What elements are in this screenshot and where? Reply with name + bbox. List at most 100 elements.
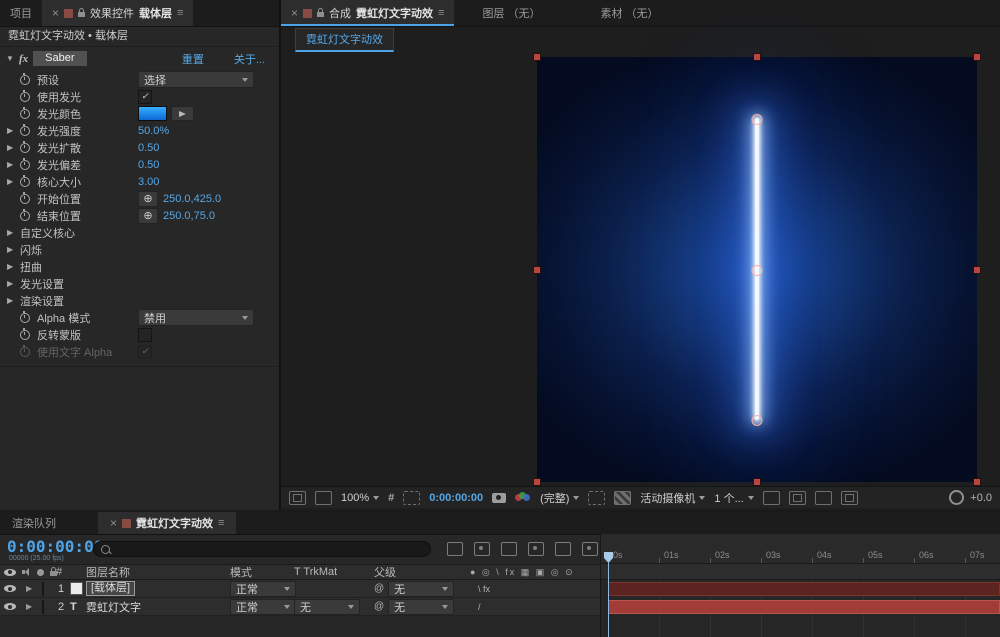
magnification-select[interactable]: 100%: [341, 492, 379, 504]
stopwatch-icon[interactable]: [20, 160, 37, 170]
search-input[interactable]: [116, 543, 423, 556]
composition-mini-flowchart-icon[interactable]: [447, 542, 463, 556]
motion-blur-icon[interactable]: [555, 542, 571, 556]
draft-3d-icon[interactable]: [474, 542, 490, 556]
stopwatch-icon[interactable]: [20, 143, 37, 153]
trkmat-dropdown[interactable]: 无: [294, 599, 360, 615]
layer-switches[interactable]: \ fx: [470, 584, 600, 594]
twirl-closed-icon[interactable]: ▶: [7, 126, 20, 135]
timeline-track-area[interactable]: 0s 01s 02s 03s 04s 05s 06s 07s: [600, 534, 1000, 637]
panel-menu-icon[interactable]: ≡: [218, 517, 224, 529]
frame-blending-icon[interactable]: [528, 542, 544, 556]
close-icon[interactable]: ×: [110, 517, 117, 529]
twirl-closed-icon[interactable]: ▶: [7, 245, 20, 254]
primary-viewer-icon[interactable]: [315, 491, 332, 505]
saber-end-point-handle[interactable]: [752, 415, 763, 426]
property-value[interactable]: 3.00: [138, 176, 159, 188]
reset-effect-link[interactable]: 重置: [182, 51, 204, 67]
stopwatch-icon[interactable]: [20, 75, 37, 85]
label-color-chip[interactable]: [42, 600, 44, 614]
stopwatch-icon[interactable]: [20, 330, 37, 340]
blend-mode-dropdown[interactable]: 正常: [230, 581, 296, 597]
pickwhip-icon[interactable]: @: [374, 601, 384, 612]
lock-icon[interactable]: [78, 12, 85, 17]
twirl-open-icon[interactable]: ▼: [6, 54, 19, 63]
show-channels-icon[interactable]: [515, 492, 531, 503]
snapshot-icon[interactable]: [492, 493, 506, 503]
effect-group-custom-core[interactable]: ▶ 自定义核心: [0, 224, 279, 241]
glow-color-swatch[interactable]: [138, 106, 167, 121]
eyedropper-icon[interactable]: [171, 106, 194, 121]
stopwatch-icon[interactable]: [20, 126, 37, 136]
parent-dropdown[interactable]: 无: [388, 599, 454, 615]
transparency-grid-icon[interactable]: [614, 491, 631, 505]
selection-handle-bottom-center[interactable]: [753, 478, 761, 486]
panel-menu-icon[interactable]: ≡: [438, 7, 444, 19]
twirl-closed-icon[interactable]: ▶: [7, 228, 20, 237]
layer-row-1[interactable]: ▶ 1 [载体层] 正常 @ 无 \ fx: [0, 580, 600, 598]
timeline-search-box[interactable]: [93, 541, 431, 557]
fast-previews-icon[interactable]: [789, 491, 806, 505]
tab-composition[interactable]: × 合成 霓虹灯文字动效 ≡: [281, 0, 454, 26]
saber-start-point-handle[interactable]: [752, 114, 763, 125]
resolution-select[interactable]: (完整): [540, 490, 579, 506]
selection-handle-bottom-right[interactable]: [973, 478, 981, 486]
layer-switches[interactable]: /: [470, 602, 600, 612]
layer-anchor-point-handle[interactable]: [752, 265, 763, 276]
stopwatch-icon[interactable]: [20, 211, 37, 221]
effect-group-render-settings[interactable]: ▶ 渲染设置: [0, 292, 279, 309]
timeline-button-icon[interactable]: [815, 491, 832, 505]
selection-handle-mid-right[interactable]: [973, 266, 981, 274]
comp-flowchart-icon[interactable]: [841, 491, 858, 505]
viewer-timecode[interactable]: 0:00:00:00: [429, 492, 483, 504]
always-preview-icon[interactable]: [289, 491, 306, 505]
effect-group-distortion[interactable]: ▶ 扭曲: [0, 258, 279, 275]
pickwhip-icon[interactable]: @: [374, 583, 384, 594]
preset-dropdown[interactable]: 选择: [138, 71, 254, 88]
layer-row-2[interactable]: ▶ 2 T 霓虹灯文字 正常 无 @ 无 /: [0, 598, 600, 616]
active-camera-select[interactable]: 活动摄像机: [640, 490, 705, 506]
label-color-chip[interactable]: [42, 582, 44, 596]
stopwatch-icon[interactable]: [20, 177, 37, 187]
tab-project[interactable]: 项目: [0, 0, 42, 26]
lock-icon[interactable]: [317, 12, 324, 17]
selection-handle-top-left[interactable]: [533, 53, 541, 61]
grid-guides-icon[interactable]: #: [388, 492, 394, 504]
twirl-closed-icon[interactable]: ▶: [7, 177, 20, 186]
layer-visibility-icon[interactable]: [4, 585, 16, 592]
alpha-mode-dropdown[interactable]: 禁用: [138, 309, 254, 326]
selection-handle-top-right[interactable]: [973, 53, 981, 61]
about-effect-link[interactable]: 关于...: [234, 51, 265, 67]
current-time-indicator-line[interactable]: [608, 562, 609, 637]
panel-menu-icon[interactable]: ≡: [177, 7, 183, 19]
invert-mask-checkbox[interactable]: [138, 328, 152, 342]
stopwatch-icon[interactable]: [20, 194, 37, 204]
stopwatch-icon[interactable]: [20, 313, 37, 323]
twirl-closed-icon[interactable]: ▶: [7, 279, 20, 288]
twirl-closed-icon[interactable]: ▶: [26, 602, 42, 611]
layer-name[interactable]: [载体层]: [86, 581, 135, 596]
blend-mode-dropdown[interactable]: 正常: [230, 599, 296, 615]
exposure-gear-icon[interactable]: [949, 490, 964, 505]
effect-name[interactable]: Saber: [33, 51, 86, 66]
property-value[interactable]: 250.0,425.0: [163, 193, 221, 205]
current-timecode[interactable]: 0:00:00:00: [7, 537, 103, 556]
twirl-closed-icon[interactable]: ▶: [7, 143, 20, 152]
comp-nav-button[interactable]: 霓虹灯文字动效: [295, 28, 394, 52]
exposure-value[interactable]: +0.0: [970, 492, 992, 504]
twirl-closed-icon[interactable]: ▶: [26, 584, 42, 593]
composition-image[interactable]: [537, 57, 977, 482]
stopwatch-icon[interactable]: [20, 109, 37, 119]
view-layout-select[interactable]: 1 个...: [714, 490, 753, 506]
tab-render-queue[interactable]: 渲染队列: [0, 512, 68, 534]
selection-handle-top-center[interactable]: [753, 53, 761, 61]
close-icon[interactable]: ×: [52, 7, 59, 19]
twirl-closed-icon[interactable]: ▶: [7, 296, 20, 305]
point-picker-icon[interactable]: ⊕: [138, 191, 158, 207]
selection-handle-mid-left[interactable]: [533, 266, 541, 274]
time-ruler[interactable]: 0s 01s 02s 03s 04s 05s 06s 07s: [601, 534, 1000, 564]
composition-viewport[interactable]: [281, 52, 1000, 486]
property-value[interactable]: 0.50: [138, 142, 159, 154]
effect-group-flicker[interactable]: ▶ 闪烁: [0, 241, 279, 258]
effect-header-saber[interactable]: ▼ fx Saber 重置 关于...: [0, 48, 279, 69]
